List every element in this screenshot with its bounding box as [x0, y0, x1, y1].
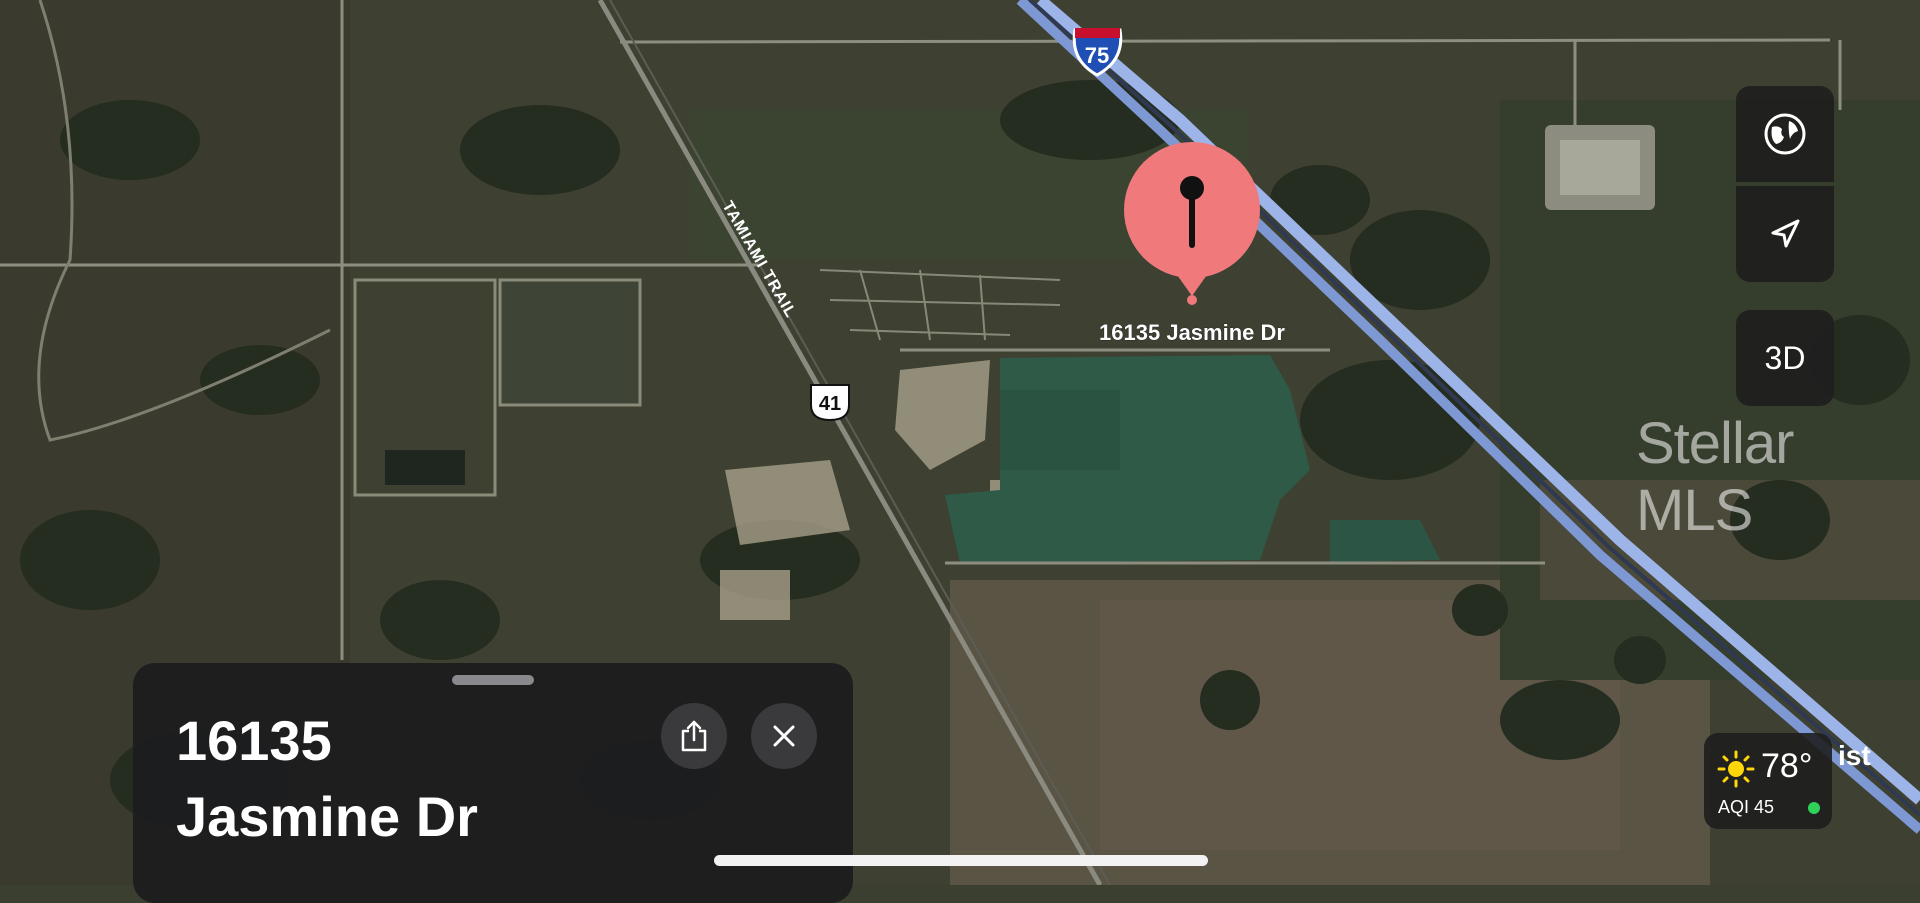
us-route-shield-label: 41 [819, 393, 841, 415]
us-41-shield: 41 [810, 384, 850, 422]
pin-address-label: 16135 Jasmine Dr [1099, 320, 1285, 345]
temperature: 78° [1761, 747, 1813, 785]
share-icon [681, 720, 707, 752]
close-button[interactable] [751, 703, 817, 769]
drag-handle[interactable] [452, 675, 534, 685]
weather-widget[interactable]: 78° AQI 45 [1704, 733, 1832, 829]
location-arrow-icon [1771, 219, 1800, 248]
place-title-line1: 16135 [176, 709, 332, 772]
locate-button[interactable] [1736, 186, 1834, 282]
aqi-value: AQI 45 [1718, 797, 1775, 817]
sun-icon [1717, 750, 1755, 788]
place-title: 16135 Jasmine Dr [176, 703, 478, 855]
aqi-status-dot [1808, 802, 1820, 814]
globe-icon [1764, 113, 1806, 155]
place-card[interactable]: 16135 Jasmine Dr [133, 663, 853, 903]
share-button[interactable] [661, 703, 727, 769]
close-icon [773, 725, 795, 747]
partial-map-label: ist [1838, 740, 1871, 771]
watermark: Stellar MLS [1636, 411, 1794, 543]
place-title-line2: Jasmine Dr [176, 785, 478, 848]
globe-button[interactable] [1736, 86, 1834, 182]
home-indicator[interactable] [714, 855, 1208, 866]
view-3d-button[interactable]: 3D [1736, 310, 1834, 406]
interstate-shield-label: 75 [1085, 43, 1109, 68]
